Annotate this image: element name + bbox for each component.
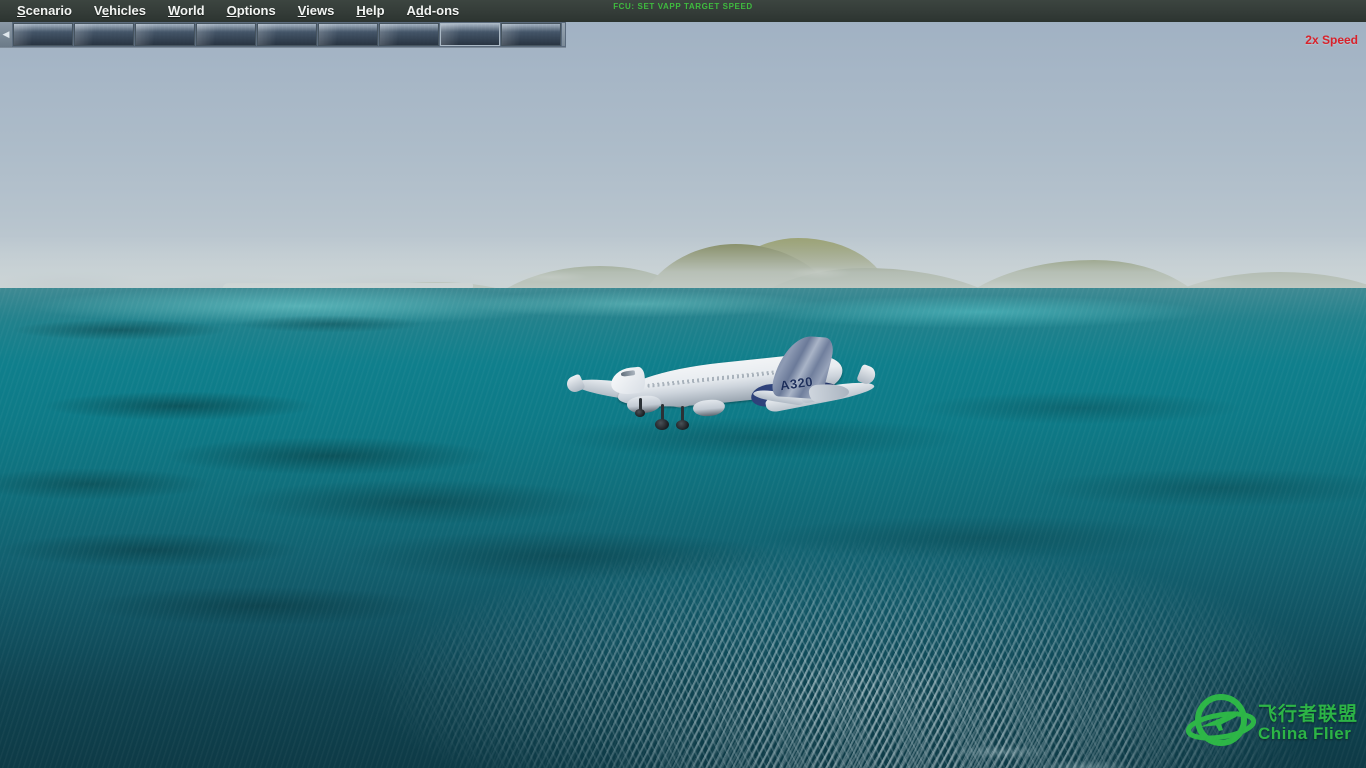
menu-bar: Scenario Vehicles World Options Views He…: [0, 0, 1366, 22]
main-wheel-left: [655, 419, 669, 430]
simulator-window: A320 Scenario Vehicles World Options Vie…: [0, 0, 1366, 768]
simulator-viewport[interactable]: A320: [0, 0, 1366, 768]
view-thumbnail-8[interactable]: [440, 23, 500, 46]
left-winglet: [564, 373, 586, 395]
view-thumbnail-9[interactable]: [501, 23, 561, 46]
view-thumbnail-3[interactable]: [135, 23, 195, 46]
menu-item-addons[interactable]: Add-ons: [396, 0, 471, 22]
main-wheel-right: [676, 420, 689, 430]
horizon-haze: [0, 236, 1366, 296]
chevron-left-icon[interactable]: ◀: [0, 22, 12, 47]
view-thumbnail-1[interactable]: [13, 23, 73, 46]
right-engine: [692, 398, 726, 418]
view-thumbnail-6[interactable]: [318, 23, 378, 46]
view-strip-filler: [562, 23, 565, 46]
view-thumbnail-4[interactable]: [196, 23, 256, 46]
view-thumbnail-2[interactable]: [74, 23, 134, 46]
menu-item-options[interactable]: Options: [216, 0, 287, 22]
menu-item-help[interactable]: Help: [345, 0, 395, 22]
menu-item-vehicles[interactable]: Vehicles: [83, 0, 157, 22]
menu-item-scenario[interactable]: Scenario: [6, 0, 83, 22]
view-thumbnail-7[interactable]: [379, 23, 439, 46]
view-thumbnail-5[interactable]: [257, 23, 317, 46]
nose-wheel: [635, 409, 645, 417]
menu-item-views[interactable]: Views: [287, 0, 346, 22]
aircraft-a320: A320: [564, 334, 878, 440]
sim-rate-indicator: 2x Speed: [1305, 33, 1358, 47]
menu-item-world[interactable]: World: [157, 0, 216, 22]
view-thumbnail-strip[interactable]: ◀: [0, 22, 566, 48]
